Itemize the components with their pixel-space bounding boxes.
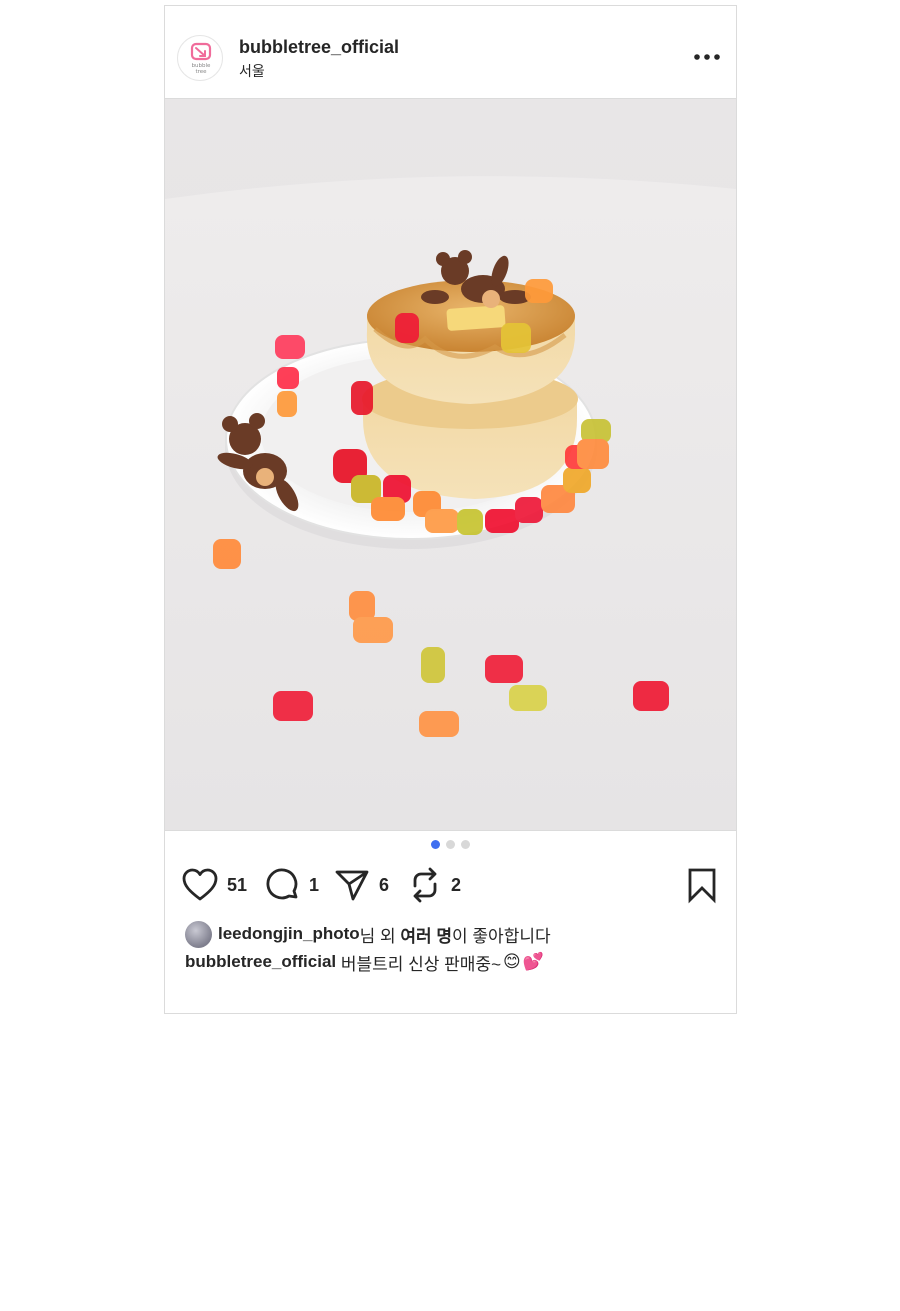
carousel-dot-1[interactable] bbox=[431, 840, 440, 849]
post-username[interactable]: bubbletree_official bbox=[239, 37, 399, 58]
pancake-photo bbox=[165, 99, 736, 830]
comment-icon bbox=[266, 868, 298, 900]
post-card: bubble tree bubbletree_official 서울 51 1 … bbox=[164, 5, 737, 1014]
more-horizontal-icon bbox=[694, 54, 720, 60]
heart-icon bbox=[182, 868, 218, 901]
save-button[interactable] bbox=[685, 864, 719, 906]
post-header: bubble tree bubbletree_official 서울 bbox=[165, 6, 736, 99]
repost-icon bbox=[413, 867, 437, 903]
post-caption: bubbletree_official 버블트리 신상 판매중~ 😊 💕 bbox=[185, 948, 544, 976]
caption-text: 버블트리 신상 판매중~ bbox=[336, 954, 501, 974]
like-button[interactable]: 51 bbox=[181, 864, 247, 906]
carousel-dot-3[interactable] bbox=[461, 840, 470, 849]
carousel-indicator bbox=[165, 840, 736, 850]
likes-text-1: 님 외 bbox=[359, 926, 401, 946]
liker-username[interactable]: leedongjin_photo bbox=[218, 924, 360, 944]
repost-button[interactable]: 2 bbox=[407, 864, 461, 906]
action-bar: 51 1 6 2 bbox=[165, 864, 736, 906]
hearts-emoji-icon: 💕 bbox=[522, 952, 544, 971]
smile-emoji-icon: 😊 bbox=[503, 952, 521, 971]
comment-button[interactable]: 1 bbox=[265, 864, 319, 906]
post-image[interactable] bbox=[165, 99, 736, 831]
send-icon bbox=[335, 870, 369, 901]
likes-summary: leedongjin_photo 님 외 여러 명 이 좋아합니다 bbox=[185, 920, 551, 948]
likes-others-link[interactable]: 여러 명 bbox=[400, 922, 452, 947]
share-button[interactable]: 6 bbox=[333, 864, 389, 906]
repost-count: 2 bbox=[451, 874, 462, 895]
post-location[interactable]: 서울 bbox=[239, 61, 265, 81]
likes-text-2: 이 좋아합니다 bbox=[452, 926, 551, 946]
bookmark-icon bbox=[688, 868, 716, 904]
like-count: 51 bbox=[227, 874, 248, 895]
comment-count: 1 bbox=[309, 874, 320, 895]
liker-avatar[interactable] bbox=[185, 920, 212, 948]
carousel-dot-2[interactable] bbox=[446, 840, 455, 849]
share-count: 6 bbox=[379, 874, 390, 895]
profile-avatar[interactable]: bubble tree bbox=[177, 35, 223, 81]
bubbletree-logo-icon: bubble tree bbox=[190, 42, 212, 75]
more-options-button[interactable] bbox=[690, 46, 724, 68]
caption-username[interactable]: bubbletree_official bbox=[185, 952, 336, 972]
svg-text:tree: tree bbox=[195, 69, 207, 75]
